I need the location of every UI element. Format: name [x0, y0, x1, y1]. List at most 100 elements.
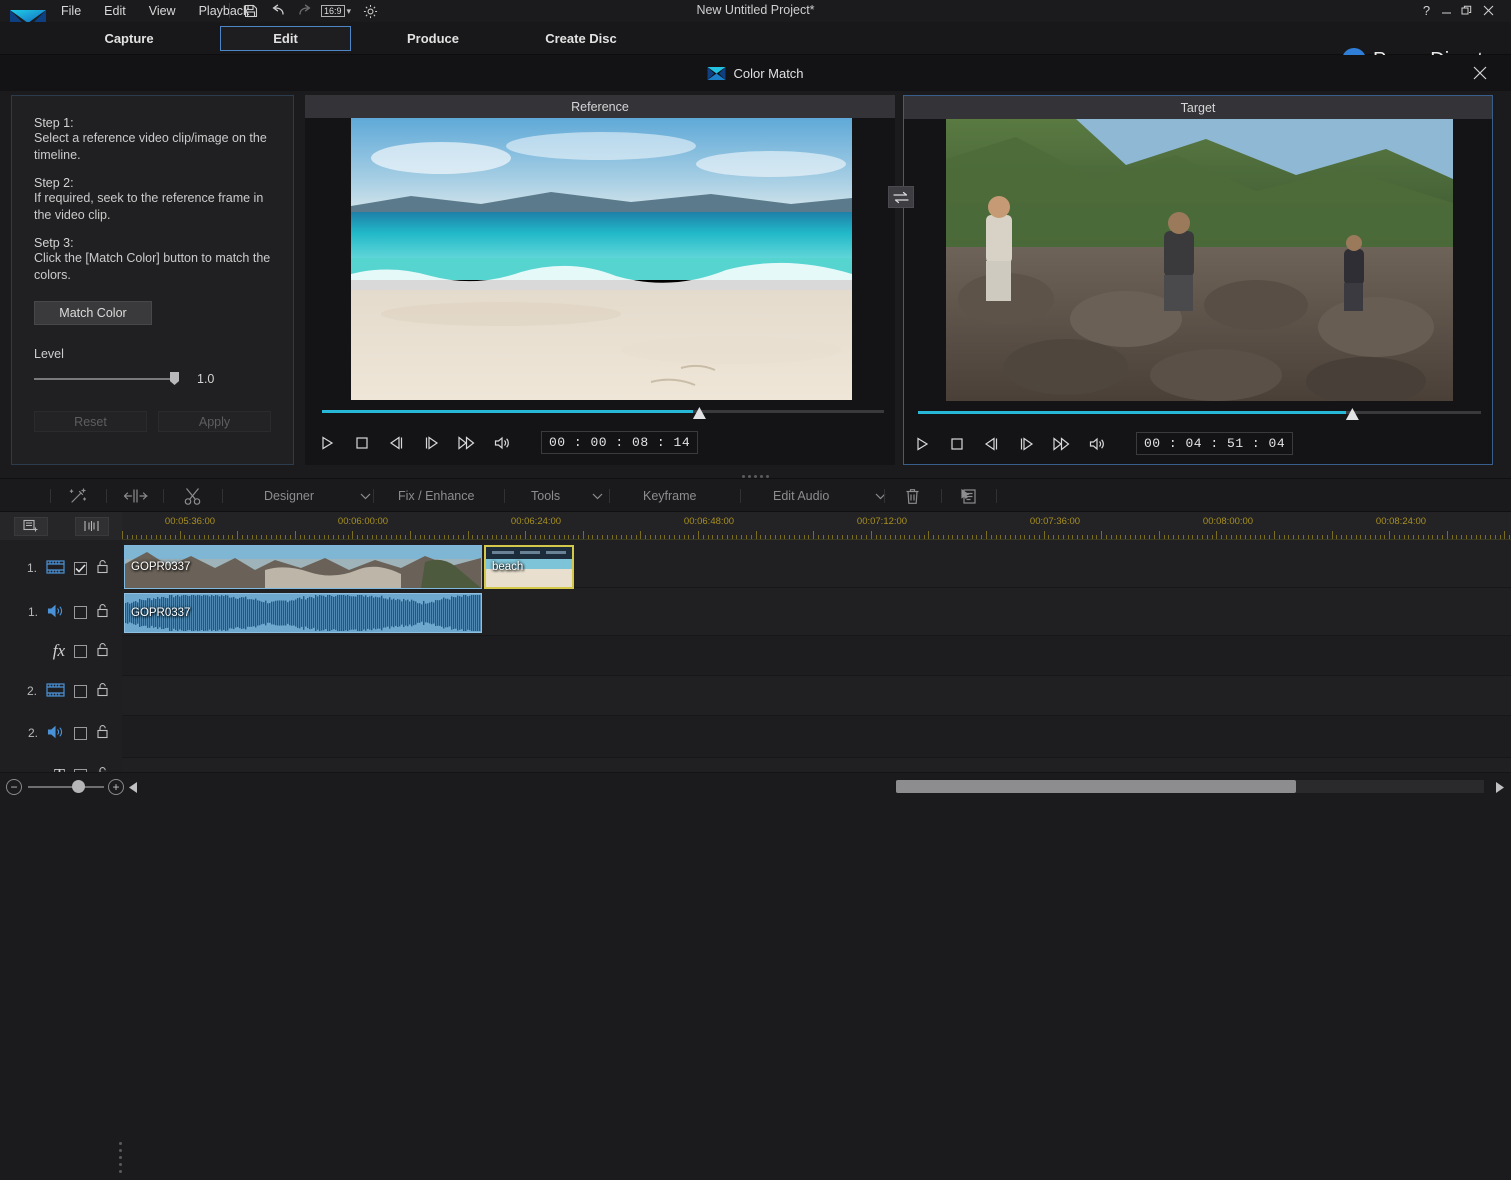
ruler-label: 00:05:36:00: [165, 516, 215, 527]
toolbar-divider: [884, 489, 885, 503]
properties-icon[interactable]: [960, 479, 977, 513]
target-preview-body: 00 : 04 : 51 : 04: [904, 119, 1492, 464]
reference-preview-body: 00 : 00 : 08 : 14: [305, 118, 895, 465]
scrollbar-thumb[interactable]: [896, 780, 1296, 793]
play-icon[interactable]: [317, 433, 336, 452]
timeline-zoom-slider[interactable]: [28, 786, 104, 788]
fast-forward-icon[interactable]: [1052, 434, 1071, 453]
reference-scrubber[interactable]: [322, 405, 884, 419]
timeline-zoom-thumb[interactable]: [72, 780, 85, 793]
level-slider[interactable]: [34, 378, 178, 380]
timeline-ruler[interactable]: 00:05:36:00 00:06:00:00 00:06:24:00 00:0…: [122, 512, 1511, 540]
apply-button[interactable]: Apply: [158, 411, 271, 432]
tab-produce[interactable]: Produce: [372, 26, 494, 51]
track-visibility-checkbox[interactable]: [74, 685, 87, 698]
target-video-frame[interactable]: [946, 119, 1453, 401]
step-2-body: If required, seek to the reference frame…: [34, 190, 271, 223]
swap-arrows-icon[interactable]: [888, 186, 914, 208]
unlock-icon[interactable]: [96, 603, 109, 621]
toolbar-divider: [996, 489, 997, 503]
track-header-audio-1[interactable]: 1.: [0, 592, 122, 632]
track-manager-icon[interactable]: [14, 517, 48, 536]
ruler-label: 00:07:36:00: [1030, 516, 1080, 527]
toolbar-divider: [504, 489, 505, 503]
scroll-right-icon[interactable]: [1494, 781, 1506, 793]
track-resize-handle[interactable]: [119, 1142, 124, 1180]
target-scrubber[interactable]: [918, 406, 1481, 420]
zoom-out-icon[interactable]: −: [6, 779, 22, 795]
next-frame-icon[interactable]: [1017, 434, 1036, 453]
designer-menu[interactable]: Designer: [264, 479, 371, 513]
stop-icon[interactable]: [947, 434, 966, 453]
unlock-icon[interactable]: [96, 724, 109, 742]
tools-menu[interactable]: Tools: [531, 479, 603, 513]
unlock-icon[interactable]: [96, 559, 109, 577]
timeline-clip-video-beach[interactable]: beach: [484, 545, 574, 589]
fast-forward-icon[interactable]: [457, 433, 476, 452]
next-frame-icon[interactable]: [422, 433, 441, 452]
timeline-clip-video-gopr0337[interactable]: GOPR0337: [124, 545, 482, 589]
timeline-clip-audio-gopr0337[interactable]: GOPR0337: [124, 593, 482, 633]
level-slider-thumb[interactable]: [170, 372, 179, 385]
track-visibility-checkbox[interactable]: [74, 606, 87, 619]
track-header-fx[interactable]: fx: [0, 632, 122, 670]
designer-label: Designer: [264, 489, 314, 503]
minimize-button[interactable]: [1438, 2, 1455, 19]
target-timecode[interactable]: 00 : 04 : 51 : 04: [1136, 432, 1293, 455]
instruction-panel: Step 1: Select a reference video clip/im…: [11, 95, 294, 465]
split-icon[interactable]: [124, 479, 148, 513]
track-header-video-2[interactable]: 2.: [0, 672, 122, 710]
track-header-audio-2[interactable]: 2.: [0, 714, 122, 752]
volume-icon[interactable]: [492, 433, 511, 452]
volume-icon[interactable]: [1087, 434, 1106, 453]
maximize-button[interactable]: [1458, 2, 1475, 19]
magic-wand-icon[interactable]: [68, 479, 87, 513]
track-visibility-checkbox[interactable]: [74, 727, 87, 740]
track-header-video-1[interactable]: 1.: [0, 548, 122, 588]
close-window-button[interactable]: [1480, 2, 1497, 19]
tab-capture[interactable]: Capture: [64, 26, 194, 51]
target-playhead[interactable]: [1346, 408, 1359, 420]
play-icon[interactable]: [912, 434, 931, 453]
stop-icon[interactable]: [352, 433, 371, 452]
timeline-horizontal-scrollbar[interactable]: [895, 779, 1485, 794]
track-header-column: 1. 1.: [0, 540, 122, 772]
trash-icon[interactable]: [905, 479, 920, 513]
project-title: New Untitled Project*: [0, 3, 1511, 17]
keyframe-button[interactable]: Keyframe: [643, 479, 697, 513]
track-visibility-checkbox[interactable]: [74, 645, 87, 658]
toolbar-divider: [609, 489, 610, 503]
toolbar-divider: [222, 489, 223, 503]
marker-icon[interactable]: [75, 517, 109, 536]
track-number: 2.: [27, 684, 37, 698]
timeline-lane-audio-2[interactable]: [122, 716, 1511, 758]
scissors-icon[interactable]: [183, 479, 202, 513]
timeline-lane-fx[interactable]: [122, 636, 1511, 676]
close-icon[interactable]: [1471, 64, 1489, 82]
track-visibility-checkbox[interactable]: [74, 562, 87, 575]
scroll-left-icon[interactable]: [127, 781, 139, 793]
reference-playhead[interactable]: [693, 407, 706, 419]
dialog-title: Color Match: [733, 66, 803, 81]
help-button[interactable]: ?: [1418, 2, 1435, 19]
powerdirector-logo-icon: [707, 67, 726, 80]
unlock-icon[interactable]: [96, 642, 109, 660]
prev-frame-icon[interactable]: [982, 434, 1001, 453]
track-number: 2.: [28, 726, 38, 740]
prev-frame-icon[interactable]: [387, 433, 406, 452]
tab-edit[interactable]: Edit: [220, 26, 351, 51]
step-1-heading: Step 1:: [34, 116, 271, 130]
level-value: 1.0: [197, 372, 214, 386]
match-color-button[interactable]: Match Color: [34, 301, 152, 325]
reference-timecode[interactable]: 00 : 00 : 08 : 14: [541, 431, 698, 454]
toolbar-divider: [106, 489, 107, 503]
reference-video-frame[interactable]: [351, 118, 852, 400]
edit-audio-menu[interactable]: Edit Audio: [773, 479, 886, 513]
tab-create-disc[interactable]: Create Disc: [519, 26, 643, 51]
timeline-lane-video-2[interactable]: [122, 676, 1511, 716]
zoom-in-icon[interactable]: +: [108, 779, 124, 795]
fix-enhance-button[interactable]: Fix / Enhance: [398, 479, 474, 513]
unlock-icon[interactable]: [96, 682, 109, 700]
reset-button[interactable]: Reset: [34, 411, 147, 432]
ruler-label: 00:06:00:00: [338, 516, 388, 527]
